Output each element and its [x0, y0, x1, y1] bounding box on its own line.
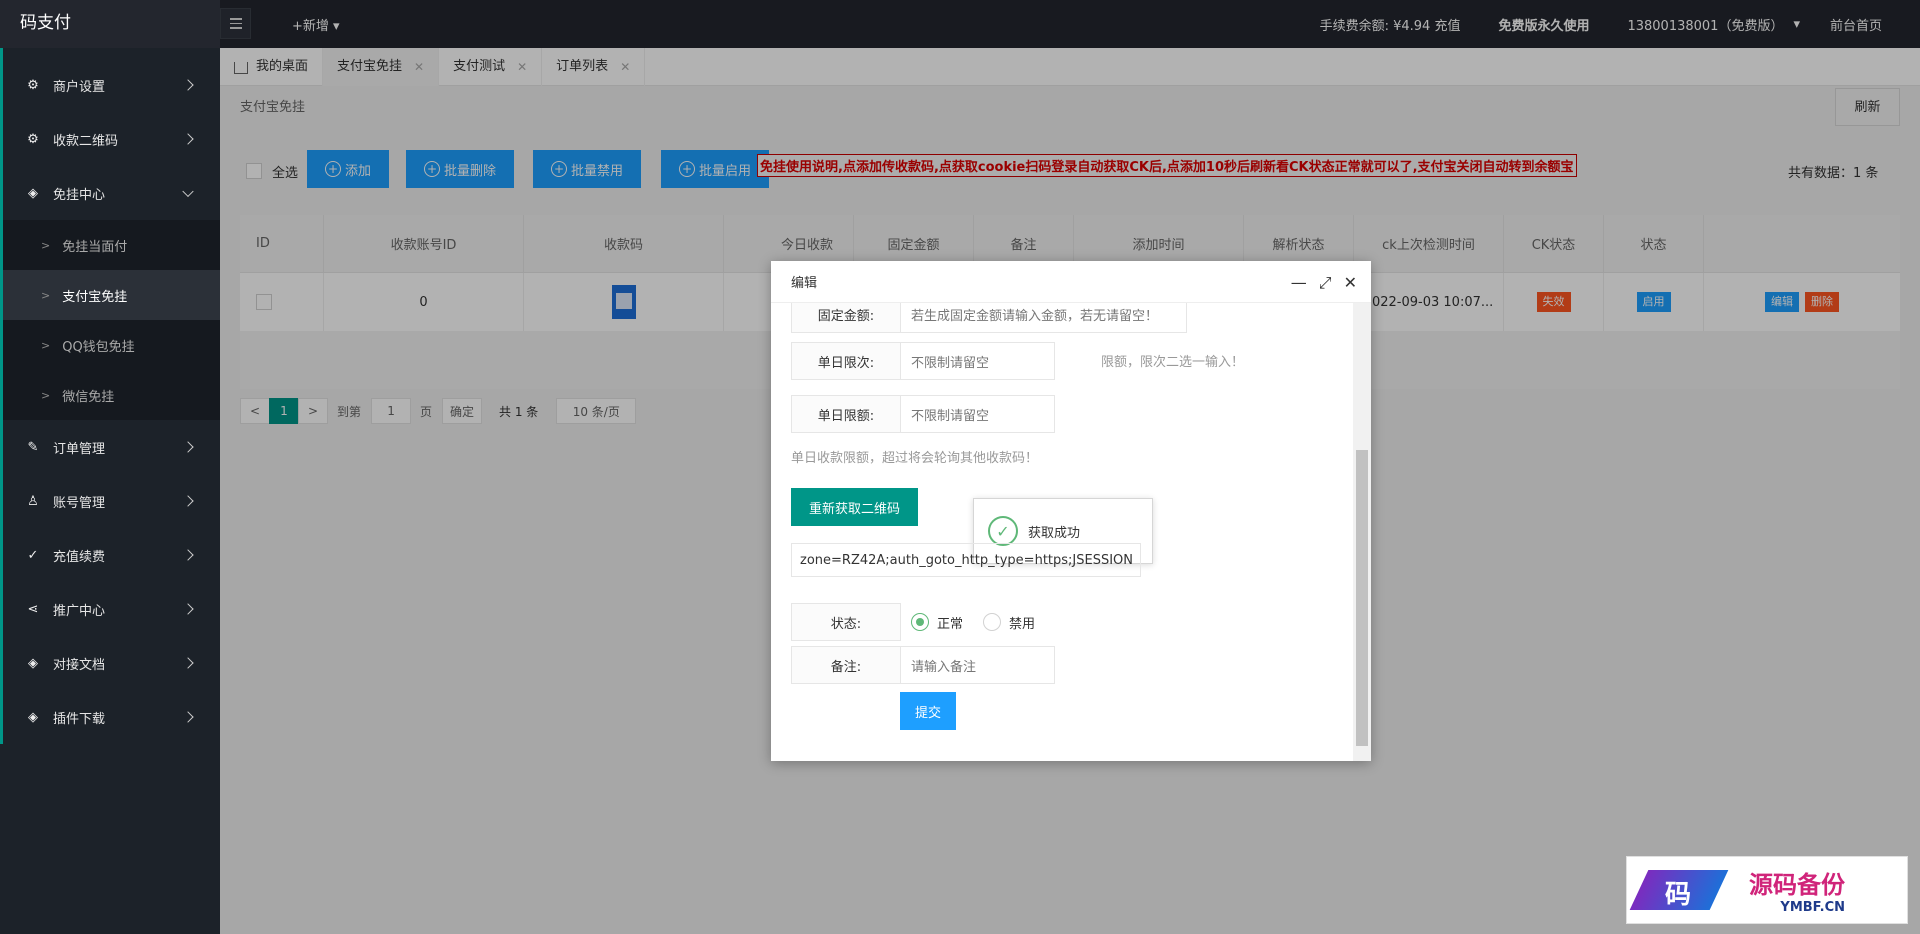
- sidebar-subitem-alipay[interactable]: > 支付宝免挂: [3, 270, 220, 320]
- modal-title: 编辑: [791, 276, 818, 291]
- sidebar-item-qr-codes[interactable]: ⚙ 收款二维码: [3, 112, 220, 166]
- sidebar-subitem-label: 免挂当面付: [62, 239, 128, 255]
- chevron-right-icon: [182, 657, 194, 669]
- chevron-right-icon: [182, 603, 194, 615]
- sidebar-item-label: 订单管理: [53, 441, 106, 457]
- sidebar-subitem-label: 支付宝免挂: [62, 289, 128, 305]
- daily-amount-row: 单日限额: 不限制请留空: [791, 395, 1055, 433]
- daily-amount-label: 单日限额:: [791, 395, 901, 433]
- radio-unchecked-icon: [983, 613, 1002, 631]
- chevron-right-icon: [182, 495, 194, 507]
- daily-count-input[interactable]: 不限制请留空: [901, 342, 1055, 380]
- maximize-icon[interactable]: ⤢: [1319, 273, 1332, 293]
- submit-button[interactable]: 提交: [900, 692, 957, 730]
- sidebar-item-label: 商户设置: [53, 79, 106, 95]
- scrollbar-thumb[interactable]: [1356, 450, 1368, 746]
- chevron-right-icon: >: [41, 338, 51, 352]
- watermark-domain: YMBF.CN: [1780, 900, 1845, 915]
- status-row: 状态: 正常 禁用: [791, 603, 1055, 641]
- sidebar-item-merchant-settings[interactable]: ⚙ 商户设置: [3, 58, 220, 112]
- cookie-input[interactable]: zone=RZ42A;auth_goto_http_type=https;JSE…: [791, 543, 1141, 577]
- sidebar-item-promotion[interactable]: ⋖ 推广中心: [3, 582, 220, 636]
- watermark-title: 源码备份: [1749, 871, 1845, 899]
- sidebar-menu: ⚙ 商户设置 ⚙ 收款二维码 ◈ 免挂中心 > 免挂当面付 > 支付宝免挂 > QQ钱包免挂…: [0, 48, 220, 744]
- chevron-right-icon: [182, 711, 194, 723]
- cube-icon: ◈: [28, 655, 38, 671]
- edit-modal: 编辑 — ⤢ ✕ 固定金额: 若生成固定金额请输入金额，若无请留空！ 单日限次: 不…: [771, 261, 1371, 761]
- sidebar-item-label: 免挂中心: [53, 187, 106, 203]
- daily-count-label: 单日限次:: [791, 342, 901, 380]
- sidebar-item-plugins[interactable]: ◈ 插件下载: [3, 690, 220, 744]
- sidebar-item-label: 对接文档: [53, 657, 106, 673]
- success-check-icon: ✓: [988, 516, 1018, 546]
- sidebar-subitem-qq[interactable]: > QQ钱包免挂: [3, 320, 220, 370]
- sidebar-subitem-label: QQ钱包免挂: [62, 339, 135, 355]
- sidebar-submenu: > 免挂当面付 > 支付宝免挂 > QQ钱包免挂 > 微信免挂: [3, 220, 220, 420]
- chevron-right-icon: [182, 133, 194, 145]
- status-disabled-radio[interactable]: 禁用: [983, 613, 1035, 632]
- sidebar-item-docs[interactable]: ◈ 对接文档: [3, 636, 220, 690]
- chevron-right-icon: >: [41, 238, 51, 252]
- radio-checked-icon: [911, 613, 929, 631]
- remark-input[interactable]: 请输入备注: [901, 646, 1055, 684]
- sidebar-item-orders[interactable]: ✎ 订单管理: [3, 420, 220, 474]
- chevron-right-icon: >: [41, 388, 51, 402]
- sidebar-item-free-center[interactable]: ◈ 免挂中心: [3, 166, 220, 220]
- check-icon: ✓: [27, 547, 39, 563]
- user-icon: ♙: [27, 493, 39, 509]
- daily-count-hint: 限额，限次二选一输入！: [1101, 355, 1245, 370]
- cube-icon: ◈: [28, 709, 38, 725]
- app-logo: 码支付: [0, 0, 220, 48]
- modal-scrollbar[interactable]: [1353, 303, 1371, 761]
- watermark-logo-text: 码: [1665, 880, 1692, 910]
- radio-label: 禁用: [1009, 616, 1036, 632]
- close-icon[interactable]: ✕: [1344, 273, 1357, 293]
- gear-icon: ⚙: [27, 131, 39, 147]
- refresh-qr-button[interactable]: 重新获取二维码: [791, 488, 919, 526]
- minimize-icon[interactable]: —: [1291, 273, 1307, 293]
- remark-row: 备注: 请输入备注: [791, 646, 1055, 684]
- sidebar-item-label: 充值续费: [53, 549, 106, 565]
- remark-label: 备注:: [791, 646, 901, 684]
- cube-icon: ◈: [28, 185, 38, 201]
- radio-label: 正常: [937, 616, 964, 632]
- chevron-right-icon: [182, 441, 194, 453]
- daily-amount-hint: 单日收款限额，超过将会轮询其他收款码！: [791, 451, 1039, 466]
- edit-icon: ✎: [27, 439, 39, 455]
- chevron-right-icon: [182, 549, 194, 561]
- status-label: 状态:: [791, 603, 901, 641]
- fixed-amount-label: 固定金额:: [791, 303, 901, 333]
- sidebar-item-recharge[interactable]: ✓ 充值续费: [3, 528, 220, 582]
- modal-body: 固定金额: 若生成固定金额请输入金额，若无请留空！ 单日限次: 不限制请留空 限…: [771, 303, 1353, 761]
- share-icon: ⋖: [27, 601, 39, 617]
- sidebar-subitem-label: 微信免挂: [62, 389, 115, 405]
- chevron-down-icon: [182, 185, 194, 198]
- watermark-logo: 码: [1629, 864, 1743, 916]
- sidebar-subitem-wechat[interactable]: > 微信免挂: [3, 370, 220, 420]
- daily-amount-input[interactable]: 不限制请留空: [901, 395, 1055, 433]
- fixed-amount-row: 固定金额: 若生成固定金额请输入金额，若无请留空！: [791, 303, 1187, 333]
- daily-count-row: 单日限次: 不限制请留空: [791, 342, 1055, 380]
- sidebar-item-accounts[interactable]: ♙ 账号管理: [3, 474, 220, 528]
- sidebar: 码支付 ⚙ 商户设置 ⚙ 收款二维码 ◈ 免挂中心 > 免挂当面付 > 支付宝免挂 > QQ…: [0, 0, 220, 934]
- watermark: 码 源码备份 YMBF.CN: [1626, 856, 1908, 924]
- sidebar-item-label: 插件下载: [53, 711, 106, 727]
- gear-icon: ⚙: [27, 77, 39, 93]
- toast-text: 获取成功: [1028, 525, 1081, 541]
- chevron-right-icon: [182, 79, 194, 91]
- modal-header: 编辑 — ⤢ ✕: [771, 261, 1371, 303]
- status-normal-radio[interactable]: 正常: [911, 613, 963, 632]
- chevron-right-icon: >: [41, 288, 51, 302]
- fixed-amount-input[interactable]: 若生成固定金额请输入金额，若无请留空！: [901, 303, 1187, 333]
- sidebar-item-label: 推广中心: [53, 603, 106, 619]
- sidebar-item-label: 收款二维码: [53, 133, 119, 149]
- sidebar-item-label: 账号管理: [53, 495, 106, 511]
- sidebar-subitem-f2f[interactable]: > 免挂当面付: [3, 220, 220, 270]
